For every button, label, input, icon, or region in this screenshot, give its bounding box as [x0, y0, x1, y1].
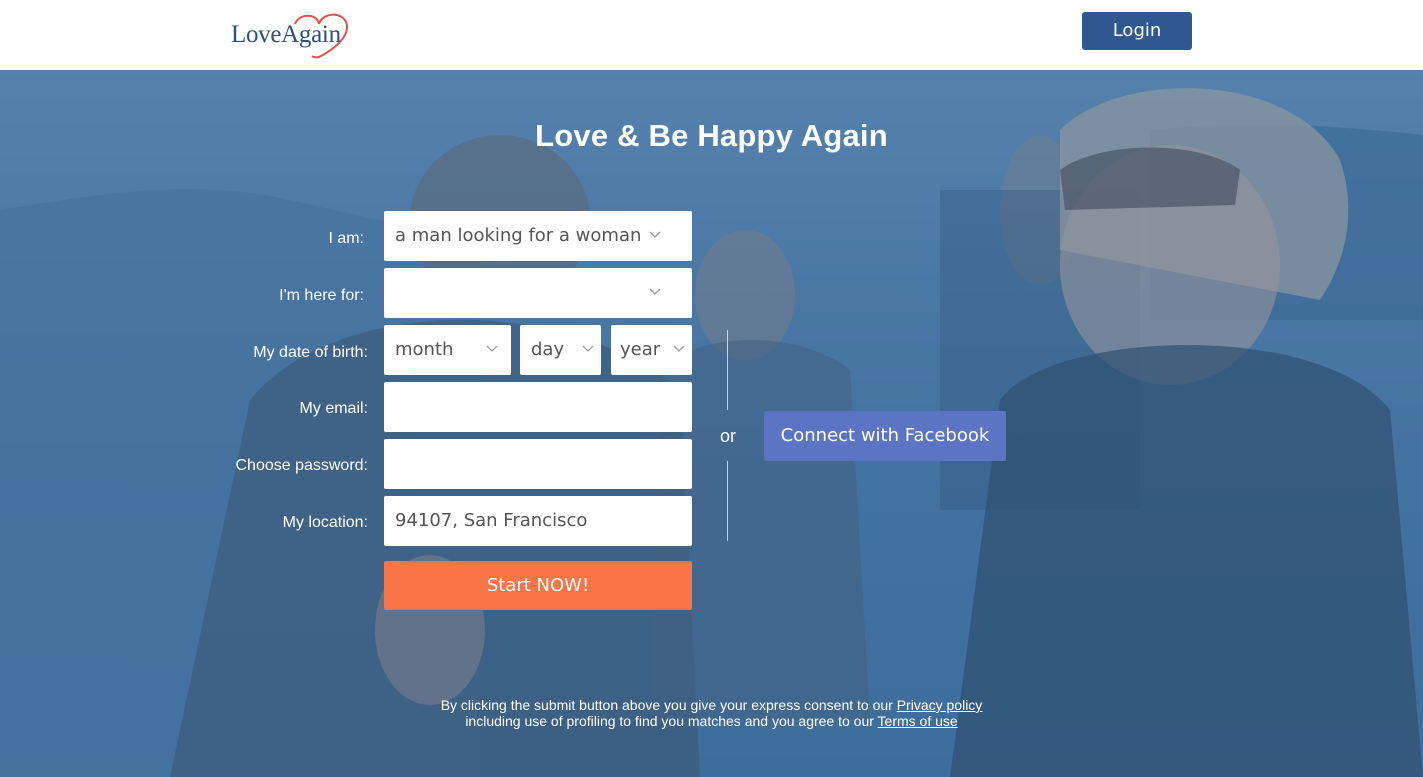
- loveagain-logo[interactable]: LoveAgain: [231, 10, 353, 60]
- location-field[interactable]: 94107, San Francisco: [384, 496, 692, 546]
- site-header: LoveAgain Login: [0, 0, 1423, 70]
- logo-text: LoveAgain: [231, 21, 341, 48]
- dob-month-select[interactable]: month: [384, 325, 511, 375]
- consent-text: By clicking the submit button above you …: [0, 697, 1423, 729]
- terms-of-use-link[interactable]: Terms of use: [878, 713, 958, 729]
- hero-section: Love & Be Happy Again I am: a man lookin…: [0, 70, 1423, 777]
- password-field[interactable]: [384, 439, 692, 489]
- hero-overlay: [0, 70, 1423, 777]
- dob-day-select[interactable]: day: [520, 325, 601, 375]
- here-for-select[interactable]: [384, 268, 692, 318]
- dob-day-value: day: [531, 339, 565, 360]
- consent-line2: including use of profiling to find you m…: [465, 713, 878, 729]
- divider-line-bottom: [727, 461, 728, 541]
- divider-line-top: [727, 330, 728, 410]
- login-button[interactable]: Login: [1082, 12, 1192, 50]
- i-am-select[interactable]: a man looking for a woman: [384, 211, 692, 261]
- consent-line1: By clicking the submit button above you …: [440, 697, 897, 713]
- chevron-down-icon: [673, 345, 685, 352]
- page-title: Love & Be Happy Again: [535, 118, 888, 153]
- i-am-label: I am:: [328, 230, 364, 247]
- dob-label: My date of birth:: [253, 344, 368, 361]
- chevron-down-icon: [649, 288, 661, 295]
- dob-month-value: month: [395, 339, 454, 360]
- dob-year-value: year: [620, 339, 661, 360]
- chevron-down-icon: [649, 231, 661, 238]
- connect-facebook-button[interactable]: Connect with Facebook: [764, 411, 1006, 461]
- chevron-down-icon: [582, 345, 594, 352]
- location-label: My location:: [282, 514, 368, 531]
- i-am-value: a man looking for a woman: [395, 225, 642, 246]
- privacy-policy-link[interactable]: Privacy policy: [897, 697, 983, 713]
- password-label: Choose password:: [235, 457, 368, 474]
- or-separator: or: [719, 426, 736, 446]
- email-field[interactable]: [384, 382, 692, 432]
- email-label: My email:: [299, 400, 368, 417]
- here-for-label: I'm here for:: [279, 287, 364, 304]
- dob-year-select[interactable]: year: [611, 325, 692, 375]
- start-now-button[interactable]: Start NOW!: [384, 561, 692, 610]
- chevron-down-icon: [486, 345, 498, 352]
